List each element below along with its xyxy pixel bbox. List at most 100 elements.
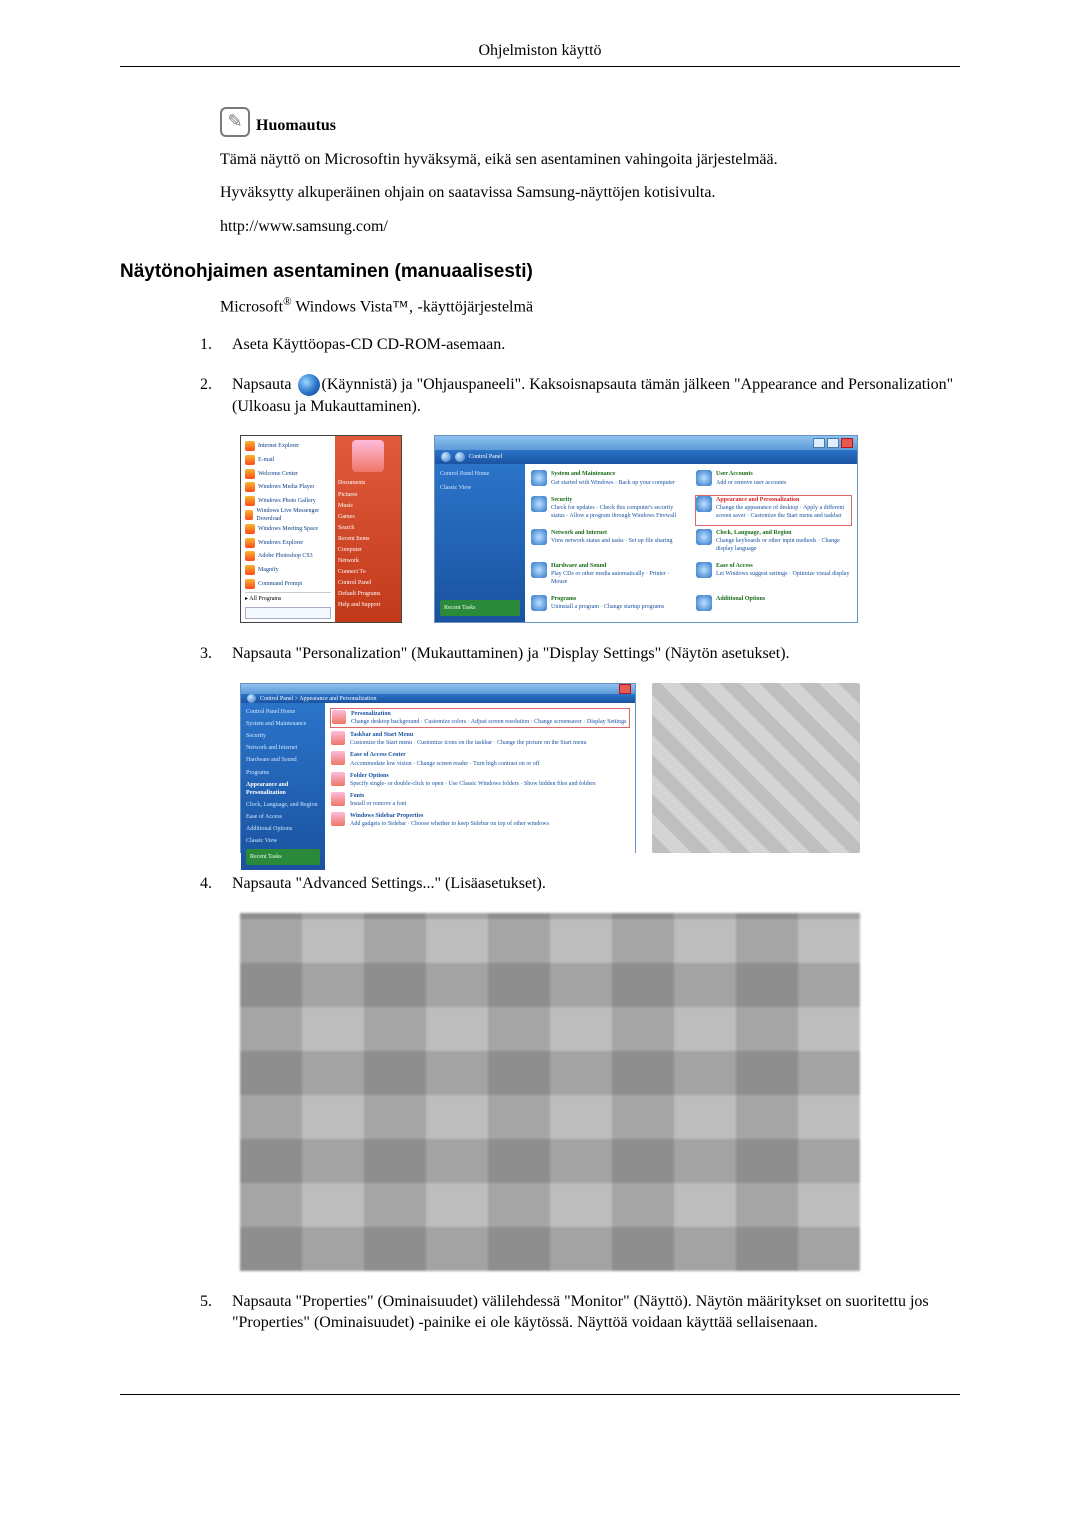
step-number: 1. bbox=[200, 334, 232, 356]
back-icon bbox=[441, 452, 451, 462]
minimize-icon bbox=[813, 438, 825, 448]
sidebar-recent-tasks: Recent Tasks bbox=[440, 600, 520, 616]
step-number: 3. bbox=[200, 643, 232, 665]
step-text-b: (Käynnistä) ja "Ohjauspaneeli". Kaksoisn… bbox=[232, 376, 953, 415]
sidebar-link: Appearance and Personalization bbox=[246, 781, 320, 797]
row-icon bbox=[332, 710, 346, 724]
maximize-icon bbox=[827, 438, 839, 448]
sidebar-link: Ease of Access bbox=[246, 813, 320, 821]
note-block: ✎ Huomautus Tämä näyttö on Microsoftin h… bbox=[220, 107, 960, 238]
category-icon bbox=[696, 595, 712, 611]
note-paragraph: Hyväksytty alkuperäinen ohjain on saatav… bbox=[220, 182, 960, 204]
category-icon bbox=[531, 562, 547, 578]
sidebar-link: Control Panel Home bbox=[246, 708, 320, 716]
control-panel-sidebar: Control Panel Home Classic View Recent T… bbox=[435, 464, 525, 622]
start-menu-left: Internet Explorer E-mail Welcome Center … bbox=[241, 436, 335, 622]
personalization-window: Control Panel > Appearance and Personali… bbox=[240, 683, 636, 853]
step-number: 2. bbox=[200, 374, 232, 396]
start-menu-app: Internet Explorer bbox=[245, 440, 331, 452]
category-icon bbox=[531, 529, 547, 545]
control-panel-window: Control Panel Control Panel Home Classic… bbox=[434, 435, 858, 623]
forward-icon bbox=[455, 452, 465, 462]
category-icon bbox=[696, 529, 712, 545]
start-menu-app: Windows Meeting Space bbox=[245, 523, 331, 535]
category-icon bbox=[531, 496, 547, 512]
figure-start-and-control-panel: Internet Explorer E-mail Welcome Center … bbox=[240, 435, 960, 623]
platform-suffix: Windows Vista™‚ -käyttöjärjestelmä bbox=[292, 298, 533, 315]
note-title: Huomautus bbox=[256, 115, 336, 137]
start-menu-link: Recent Items bbox=[338, 535, 398, 543]
start-menu-app: Command Prompt bbox=[245, 578, 331, 590]
step-item: 3. Napsauta "Personalization" (Mukauttam… bbox=[200, 643, 960, 665]
page-header-title: Ohjelmiston käyttö bbox=[478, 42, 601, 59]
start-menu-link: Pictures bbox=[338, 491, 398, 499]
personalization-row-highlight: PersonalizationChange desktop background… bbox=[331, 709, 629, 727]
start-menu-app: Adobe Photoshop CS3 bbox=[245, 550, 331, 562]
row-icon bbox=[331, 751, 345, 765]
step-item: 2. Napsauta (Käynnistä) ja "Ohjauspaneel… bbox=[200, 374, 960, 418]
start-menu-app: Windows Photo Gallery bbox=[245, 495, 331, 507]
step-text: Napsauta "Personalization" (Mukauttamine… bbox=[232, 643, 960, 665]
breadcrumb: Control Panel > Appearance and Personali… bbox=[260, 695, 377, 703]
page-footer-rule bbox=[120, 1394, 960, 1405]
windows-start-icon bbox=[298, 374, 320, 396]
start-menu-right: Documents Pictures Music Games Search Re… bbox=[335, 436, 401, 622]
step-text: Aseta Käyttöopas-CD CD-ROM-asemaan. bbox=[232, 334, 960, 356]
platform-prefix: Microsoft bbox=[220, 298, 283, 315]
start-menu-app: Magnify bbox=[245, 564, 331, 576]
step-text: Napsauta "Properties" (Ominaisuudet) väl… bbox=[232, 1291, 960, 1334]
step-text: Napsauta "Advanced Settings..." (Lisäase… bbox=[232, 873, 960, 895]
start-menu-link: Default Programs bbox=[338, 590, 398, 598]
sidebar-link: Security bbox=[246, 732, 320, 740]
sidebar-link: System and Maintenance bbox=[246, 720, 320, 728]
start-menu-link: Search bbox=[338, 524, 398, 532]
blurred-monitor-image bbox=[652, 683, 860, 853]
step-text-a: Napsauta bbox=[232, 376, 296, 393]
start-menu-app: Welcome Center bbox=[245, 468, 331, 480]
sidebar-link: Network and Internet bbox=[246, 744, 320, 752]
category-icon bbox=[696, 470, 712, 486]
start-menu-link: Music bbox=[338, 502, 398, 510]
start-menu-link: Connect To bbox=[338, 568, 398, 576]
start-menu: Internet Explorer E-mail Welcome Center … bbox=[240, 435, 402, 623]
start-menu-app: Windows Live Messenger Download bbox=[245, 509, 331, 521]
sidebar-link: Control Panel Home bbox=[440, 470, 520, 478]
sidebar-link: Additional Options bbox=[246, 825, 320, 833]
category-icon bbox=[696, 496, 712, 512]
page-header: Ohjelmiston käyttö bbox=[120, 40, 960, 67]
start-menu-link: Network bbox=[338, 557, 398, 565]
note-url: http://www.samsung.com/ bbox=[220, 216, 960, 238]
step-item: 5. Napsauta "Properties" (Ominaisuudet) … bbox=[200, 1291, 960, 1334]
step-number: 4. bbox=[200, 873, 232, 895]
row-icon bbox=[331, 772, 345, 786]
sidebar-link: Hardware and Sound bbox=[246, 756, 320, 764]
note-paragraph: Tämä näyttö on Microsoftin hyväksymä, ei… bbox=[220, 149, 960, 171]
category-icon bbox=[531, 595, 547, 611]
start-menu-link: Help and Support bbox=[338, 601, 398, 609]
sidebar-link: Programs bbox=[246, 769, 320, 777]
row-icon bbox=[331, 731, 345, 745]
breadcrumb: Control Panel bbox=[469, 453, 502, 461]
start-menu-link: Documents bbox=[338, 479, 398, 487]
user-avatar-icon bbox=[352, 440, 384, 472]
close-icon bbox=[619, 684, 631, 694]
platform-line: Microsoft® Windows Vista™‚ -käyttöjärjes… bbox=[220, 295, 960, 318]
row-icon bbox=[331, 792, 345, 806]
category-icon bbox=[531, 470, 547, 486]
control-panel-main: System and MaintenanceGet started with W… bbox=[525, 464, 857, 622]
back-icon bbox=[247, 694, 256, 703]
start-menu-app: E-mail bbox=[245, 454, 331, 466]
step-item: 4. Napsauta "Advanced Settings..." (Lisä… bbox=[200, 873, 960, 895]
sidebar-link: Classic View bbox=[246, 837, 320, 845]
step-number: 5. bbox=[200, 1291, 232, 1313]
start-menu-link: Control Panel bbox=[338, 579, 398, 587]
sidebar-link: Classic View bbox=[440, 484, 520, 492]
sidebar-recent-tasks: Recent Tasks bbox=[246, 849, 320, 865]
category-icon bbox=[696, 562, 712, 578]
step-text: Napsauta (Käynnistä) ja "Ohjauspaneeli".… bbox=[232, 374, 960, 418]
sidebar-link: Clock, Language, and Region bbox=[246, 801, 320, 809]
section-heading: Näytönohjaimen asentaminen (manuaalisest… bbox=[120, 259, 960, 285]
step-item: 1. Aseta Käyttöopas-CD CD-ROM-asemaan. bbox=[200, 334, 960, 356]
category-appearance-highlight: Appearance and PersonalizationChange the… bbox=[696, 496, 851, 525]
note-icon: ✎ bbox=[220, 107, 250, 137]
